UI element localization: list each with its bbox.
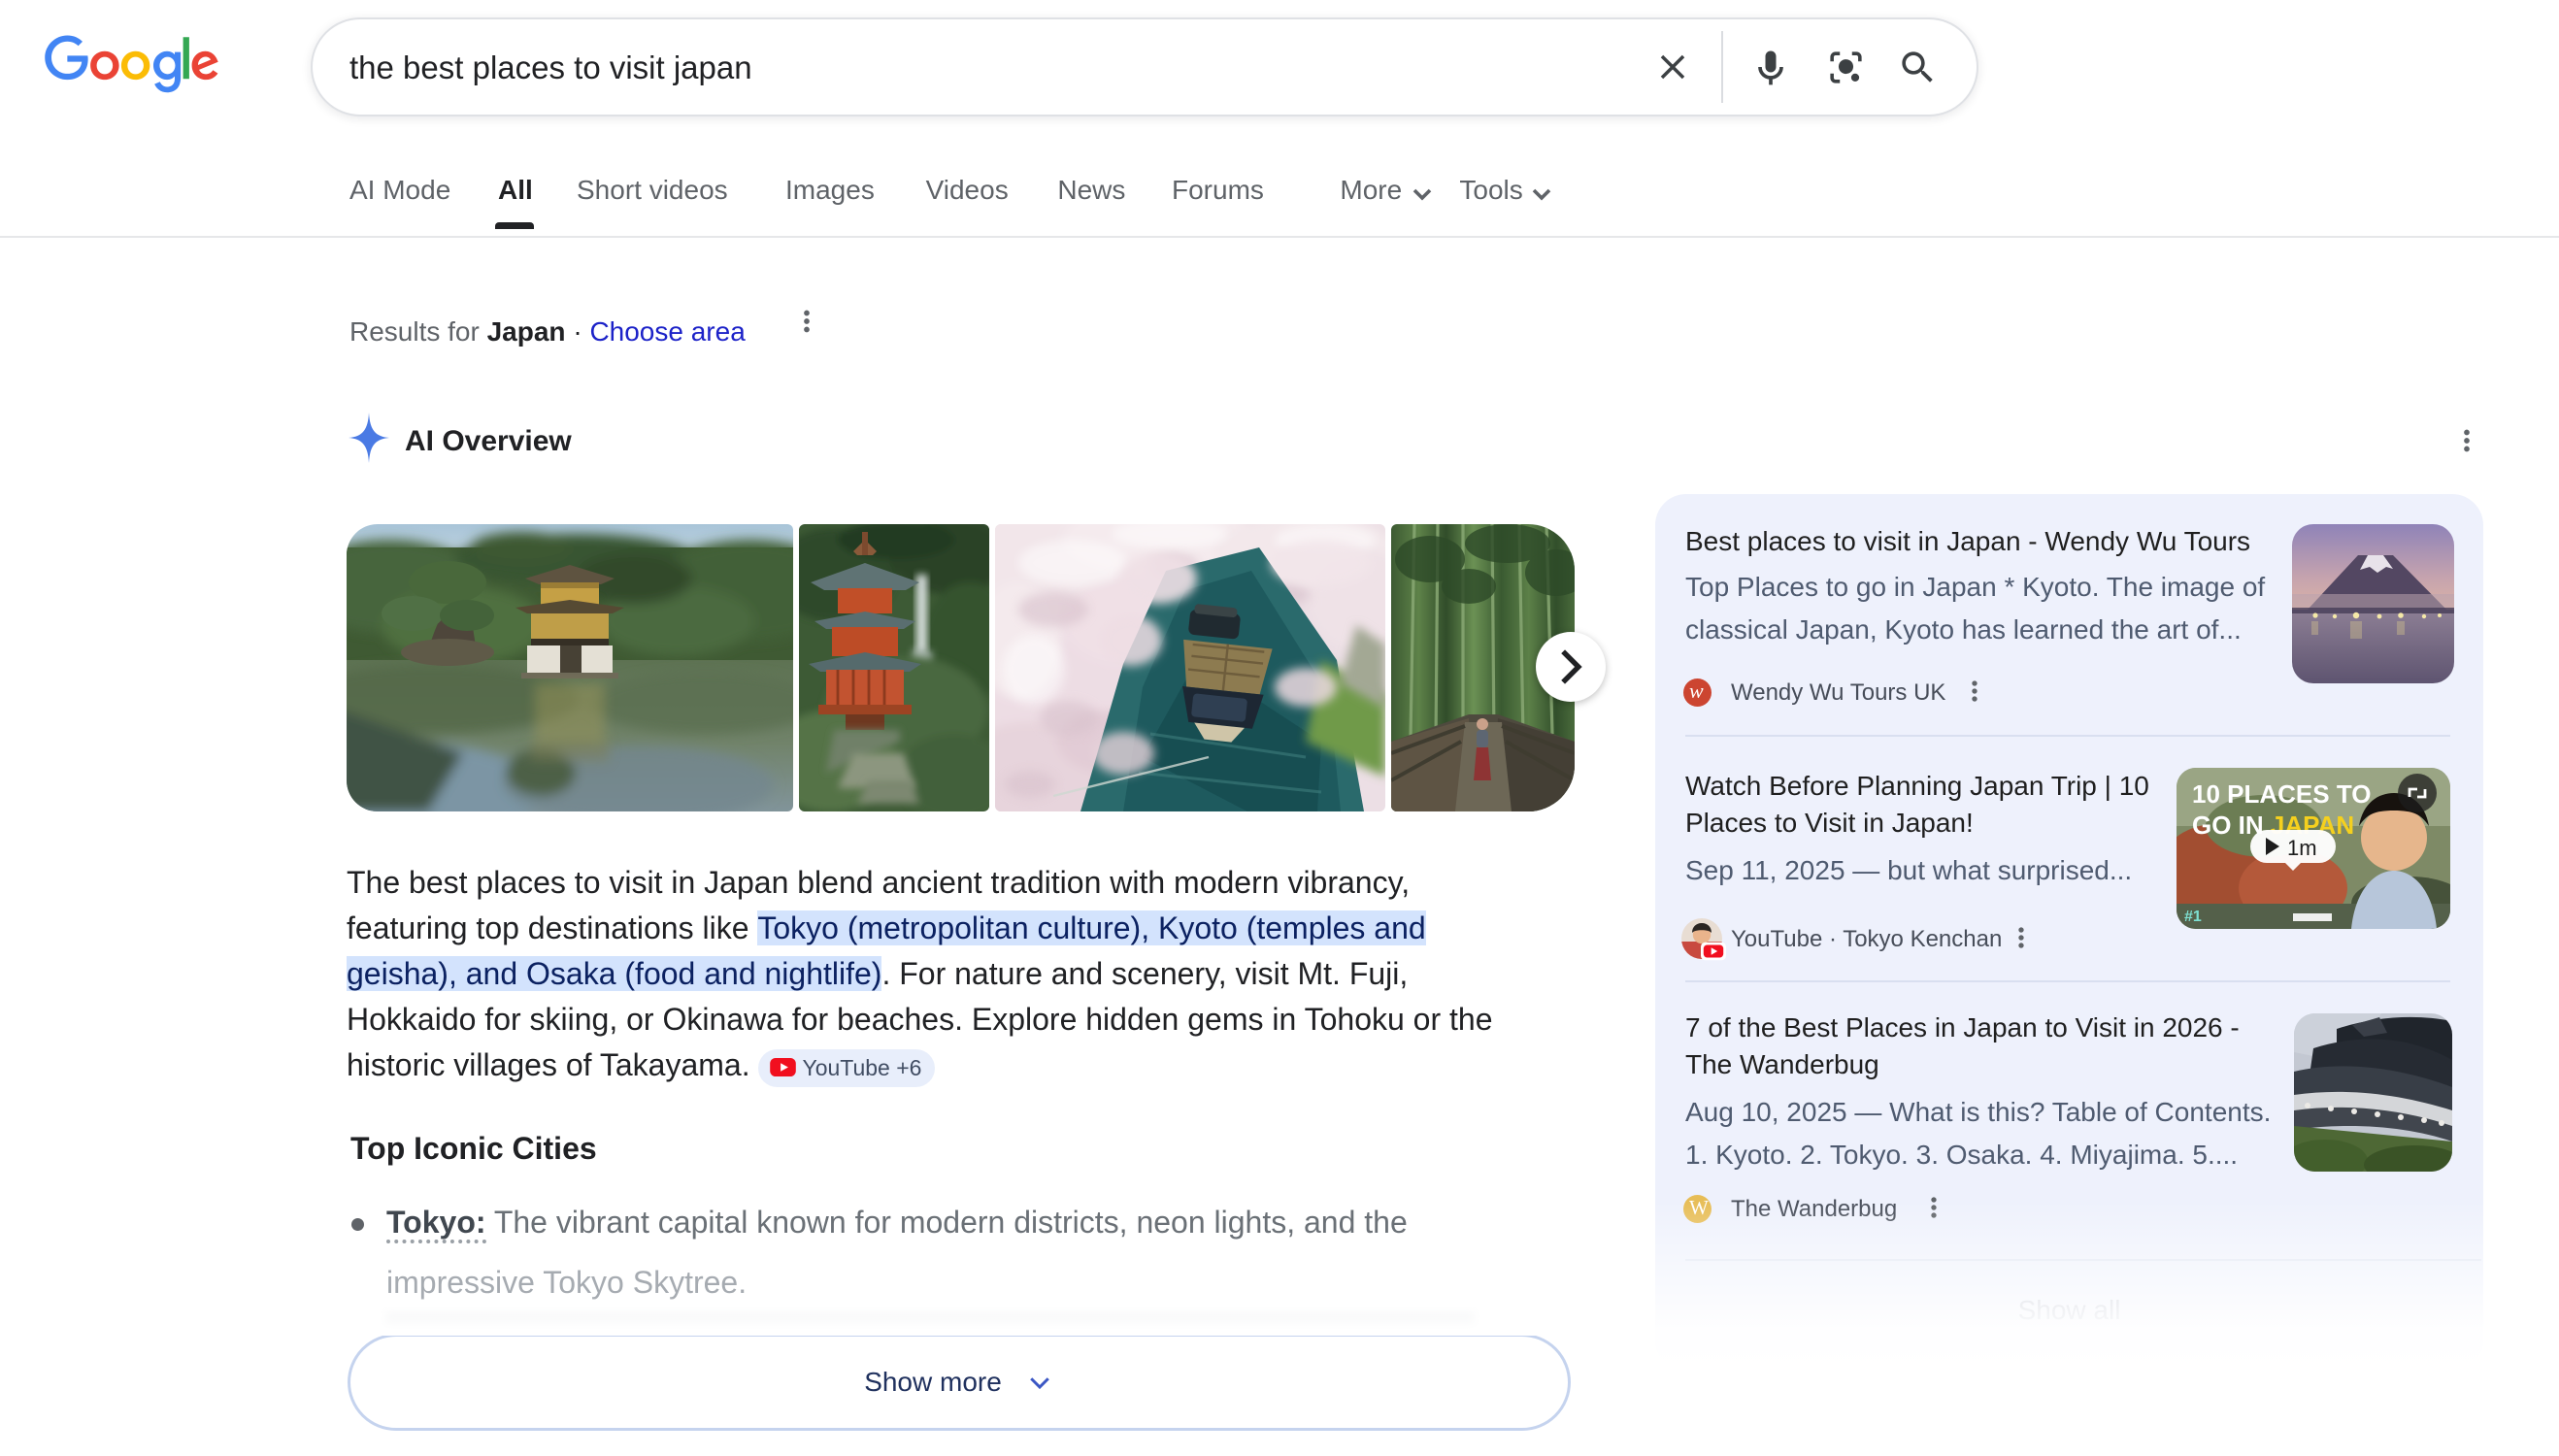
svg-text:#1: #1 [2184, 909, 2202, 925]
svg-text:1m: 1m [2287, 836, 2317, 860]
svg-text:10 PLACES TO: 10 PLACES TO [2192, 779, 2371, 809]
